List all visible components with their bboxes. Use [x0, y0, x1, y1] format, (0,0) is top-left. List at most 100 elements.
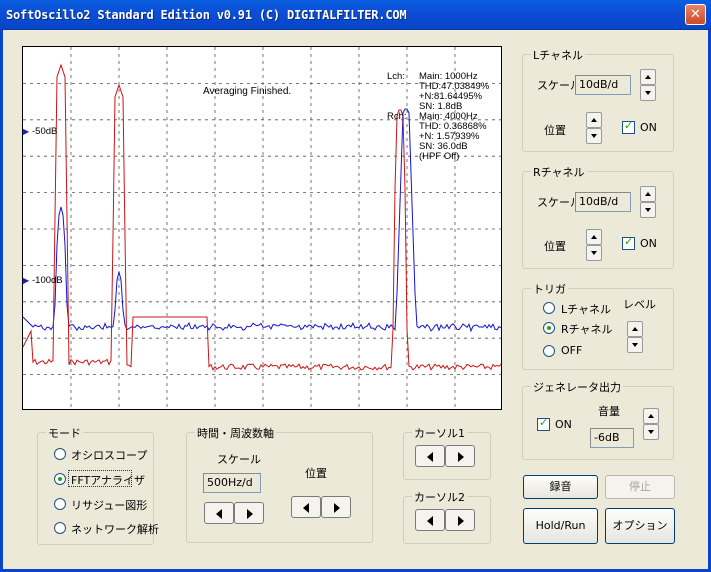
left-arrow-icon [303, 503, 309, 513]
right-arrow-icon [458, 516, 464, 526]
down-arrow-icon [591, 251, 597, 255]
down-arrow-icon [648, 430, 654, 434]
timefreq-scale-field[interactable]: 500Hz/d [203, 473, 261, 493]
rch-scale-down-button[interactable] [640, 202, 656, 218]
trigger-rch-radio[interactable] [543, 322, 555, 334]
rch-label: Rch: [387, 111, 407, 122]
up-arrow-icon [648, 414, 654, 418]
lch-group-title: Lチャネル [531, 47, 586, 63]
lch-scale-spin[interactable] [640, 69, 656, 101]
trigger-off-radio[interactable] [543, 345, 555, 357]
timefreq-pos-label: 位置 [305, 467, 327, 480]
left-arrow-icon [427, 516, 433, 526]
down-arrow-icon [632, 343, 638, 347]
window-title: SoftOscillo2 Standard Edition v0.91 (C) … [6, 8, 407, 22]
trigger-level-up-button[interactable] [627, 321, 643, 337]
lch-pos-label: 位置 [544, 124, 566, 137]
hold-run-button[interactable]: Hold/Run [523, 508, 598, 544]
marker-50-icon: ▶ [23, 127, 30, 136]
volume-label: 音量 [598, 405, 620, 418]
lch-pos-down-button[interactable] [586, 128, 602, 144]
close-button[interactable]: ✕ [685, 4, 706, 25]
marker-50-label: -50dB [32, 126, 58, 137]
record-button[interactable]: 録音 [523, 475, 598, 499]
timefreq-group-title: 時間・周波数軸 [195, 425, 276, 441]
trigger-group-title: トリガ [531, 281, 568, 297]
mode-oscilloscope-label: オシロスコープ [71, 449, 148, 462]
rch-group: Rチャネル スケール 10dB/d 位置 ON [522, 164, 674, 269]
options-button[interactable]: オプション [605, 508, 675, 544]
volume-spin[interactable] [643, 408, 659, 440]
trigger-level-label: レベル [623, 298, 656, 311]
down-arrow-icon [645, 208, 651, 212]
down-arrow-icon [591, 134, 597, 138]
lch-pos-up-button[interactable] [586, 112, 602, 128]
lch-scale-up-button[interactable] [640, 69, 656, 85]
cursor2-right-button[interactable] [445, 509, 475, 531]
trigger-lch-radio[interactable] [543, 302, 555, 314]
rch-pos-down-button[interactable] [586, 245, 602, 261]
mode-oscilloscope-radio[interactable] [54, 448, 66, 460]
trigger-level-spin[interactable] [627, 321, 643, 353]
lch-scale-field[interactable]: 10dB/d [575, 75, 631, 95]
rch-info-4: (HPF Off) [419, 151, 460, 162]
mode-group-title: モード [46, 425, 83, 441]
trigger-off-label: OFF [561, 344, 583, 357]
timefreq-scale-right-button[interactable] [234, 502, 264, 524]
rch-on-checkbox[interactable] [622, 235, 635, 250]
right-arrow-icon [458, 452, 464, 462]
rch-pos-label: 位置 [544, 240, 566, 253]
volume-down-button[interactable] [643, 424, 659, 440]
up-arrow-icon [591, 118, 597, 122]
timefreq-pos-left-button[interactable] [291, 496, 321, 518]
lch-label: Lch: [387, 71, 405, 82]
lch-group: Lチャネル スケール 10dB/d 位置 ON [522, 47, 674, 152]
generator-group: ジェネレータ出力 ON 音量 -6dB [522, 379, 674, 460]
generator-group-title: ジェネレータ出力 [531, 379, 623, 395]
cursor1-right-button[interactable] [445, 445, 475, 467]
cursor2-group: カーソル2 [403, 489, 491, 544]
timefreq-scale-left-button[interactable] [204, 502, 234, 524]
right-arrow-icon [247, 509, 253, 519]
mode-group: モード オシロスコープ FFTアナライザ リサジュー図形 ネットワーク解析 [37, 425, 159, 545]
volume-up-button[interactable] [643, 408, 659, 424]
mode-network-radio[interactable] [54, 522, 66, 534]
lch-pos-spin[interactable] [586, 112, 602, 144]
cursor1-group: カーソル1 [403, 425, 491, 480]
volume-field[interactable]: -6dB [590, 428, 634, 448]
scope-display: Averaging Finished. ▶ -50dB ▶ -100dB Lch… [22, 46, 502, 410]
up-arrow-icon [632, 327, 638, 331]
rch-pos-spin[interactable] [586, 229, 602, 261]
lch-on-checkbox[interactable] [622, 119, 635, 134]
left-arrow-icon [216, 509, 222, 519]
rch-group-title: Rチャネル [531, 164, 587, 180]
trigger-level-down-button[interactable] [627, 337, 643, 353]
timefreq-pos-right-button[interactable] [321, 496, 351, 518]
mode-network-label: ネットワーク解析 [71, 523, 159, 536]
timefreq-scale-label: スケール [217, 453, 261, 466]
right-arrow-icon [334, 503, 340, 513]
rch-scale-spin[interactable] [640, 186, 656, 218]
title-bar: SoftOscillo2 Standard Edition v0.91 (C) … [0, 0, 711, 30]
lch-scale-down-button[interactable] [640, 85, 656, 101]
down-arrow-icon [645, 91, 651, 95]
stop-button[interactable]: 停止 [605, 475, 675, 499]
generator-on-label: ON [555, 418, 572, 431]
cursor2-left-button[interactable] [415, 509, 445, 531]
rch-on-label: ON [640, 237, 657, 250]
rch-scale-up-button[interactable] [640, 186, 656, 202]
rch-pos-up-button[interactable] [586, 229, 602, 245]
generator-on-checkbox[interactable] [537, 416, 550, 431]
mode-fft-focus [68, 470, 132, 487]
averaging-status: Averaging Finished. [203, 86, 292, 97]
up-arrow-icon [645, 192, 651, 196]
lch-on-label: ON [640, 121, 657, 134]
marker-100-label: -100dB [32, 275, 63, 286]
trigger-rch-label: Rチャネル [561, 323, 613, 336]
trigger-group: トリガ Lチャネル Rチャネル OFF レベル [522, 281, 674, 370]
mode-lissajous-radio[interactable] [54, 498, 66, 510]
cursor1-left-button[interactable] [415, 445, 445, 467]
mode-fft-radio[interactable] [54, 473, 66, 485]
rch-scale-field[interactable]: 10dB/d [575, 192, 631, 212]
cursor2-group-title: カーソル2 [412, 489, 467, 505]
